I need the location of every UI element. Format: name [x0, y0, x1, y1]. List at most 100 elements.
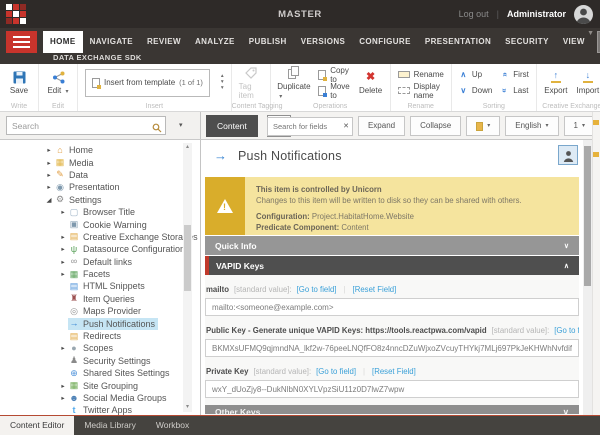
tree-item[interactable]: ▸ ∞ Default links [0, 256, 200, 268]
field-input[interactable] [205, 380, 579, 398]
tree-item[interactable]: ◎ Maps Provider [0, 305, 200, 317]
current-user[interactable]: Administrator [507, 9, 566, 19]
tree-item-label[interactable]: Creative Exchange Storages [80, 231, 200, 243]
tree-item[interactable]: ⊕ Shared Sites Settings [0, 367, 200, 379]
tree-item-label[interactable]: Datasource Configurations [80, 243, 193, 255]
tree-item[interactable]: ▸ ☻ Social Media Groups [0, 392, 200, 404]
tree-item-label[interactable]: Push Notifications [80, 318, 158, 330]
tree-item[interactable]: ▸ ◉ Presentation [0, 181, 200, 193]
tree-item[interactable]: ▸ ψ Datasource Configurations [0, 243, 200, 255]
tree-item[interactable]: ▸ ▢ Browser Title [0, 206, 200, 218]
tree-item[interactable]: ▸ ● Scopes [0, 342, 200, 354]
sort-down-button[interactable]: ∨ Down [459, 85, 492, 97]
tree-item[interactable]: ◢ ⚙ Settings [0, 194, 200, 206]
tree-item[interactable]: ▤ HTML Snippets [0, 280, 200, 292]
ribbon-contextual-tab[interactable]: DATA EXCHANGE SDK [53, 53, 142, 62]
tree-item[interactable]: ♟ Security Settings [0, 355, 200, 367]
sort-up-button[interactable]: ∧ Up [459, 69, 492, 81]
sort-first-button[interactable]: » First [500, 69, 529, 81]
profile-dropdown[interactable]: ▾ [466, 116, 501, 136]
tree-item-label[interactable]: Site Grouping [80, 380, 141, 392]
go-to-field-link[interactable]: [Go to field] [297, 285, 337, 294]
tree-item-label[interactable]: Social Media Groups [80, 392, 170, 404]
field-input[interactable] [205, 339, 579, 357]
tree-expand-icon[interactable]: ▸ [58, 208, 68, 216]
search-marker[interactable] [593, 120, 599, 125]
section-vapid-keys[interactable]: VAPID Keys ∧ [205, 256, 579, 275]
app-tab[interactable]: Content Editor [0, 416, 75, 435]
tree-item-label[interactable]: Shared Sites Settings [80, 367, 173, 379]
ribbon-tab[interactable]: PUBLISH [242, 31, 294, 53]
ribbon-tab[interactable]: CONFIGURE [352, 31, 418, 53]
scrollbar-thumb[interactable] [184, 225, 191, 291]
export-button[interactable]: ↑ Export [544, 70, 568, 96]
ribbon-tab[interactable]: PRESENTATION [418, 31, 498, 53]
ribbon-tab[interactable]: SECURITY [498, 31, 556, 53]
tree-item[interactable]: ▸ ✎ Data [0, 169, 200, 181]
rename-button[interactable]: Rename [397, 69, 444, 81]
tree-item-label[interactable]: Home [66, 144, 96, 156]
tree-item-label[interactable]: Maps Provider [80, 305, 144, 317]
search-for-fields-input[interactable] [267, 121, 352, 131]
tree-item-label[interactable]: Scopes [80, 342, 116, 354]
import-button[interactable]: ↓ Import [576, 70, 600, 96]
tree-item-label[interactable]: Media [66, 157, 97, 169]
insert-spinner[interactable]: ▴ ▾ ▾ [221, 73, 224, 91]
search-options-caret[interactable]: ▾ [179, 121, 183, 129]
tree-scrollbar[interactable]: ▴ ▾ [183, 143, 192, 412]
search-input[interactable] [6, 116, 166, 135]
app-tab[interactable]: Workbox [146, 416, 199, 435]
menu-button[interactable] [6, 31, 37, 53]
tree-expand-icon[interactable]: ◢ [44, 196, 54, 204]
delete-button[interactable]: ✖ Delete [359, 70, 383, 95]
tree-item-label[interactable]: HTML Snippets [80, 280, 148, 292]
go-to-field-link[interactable]: [Go to field] [316, 367, 356, 376]
tree-item[interactable]: → Push Notifications [0, 317, 200, 330]
section-other-keys[interactable]: Other Keys ∨ [205, 405, 579, 414]
tree-item-label[interactable]: Settings [66, 194, 105, 206]
tree-item-label[interactable]: Browser Title [80, 206, 138, 218]
tree-expand-icon[interactable]: ▸ [58, 258, 68, 266]
tree-item-label[interactable]: Facets [80, 268, 113, 280]
insert-from-template-button[interactable]: Insert from template (1 of 1) [85, 68, 210, 97]
tree-item-label[interactable]: Item Queries [80, 293, 138, 305]
copy-to-button[interactable]: Copy to [318, 66, 350, 84]
tree-item[interactable]: ♜ Item Queries [0, 293, 200, 305]
tree-expand-icon[interactable]: ▸ [58, 382, 68, 390]
tree-item[interactable]: ▸ ▦ Media [0, 156, 200, 168]
tree-item[interactable]: t Twitter Apps [0, 404, 200, 415]
tree-expand-icon[interactable]: ▸ [58, 394, 68, 402]
tree-item[interactable]: ▣ Cookie Warning [0, 218, 200, 230]
ribbon-tab[interactable]: NAVIGATE [83, 31, 140, 53]
reset-field-link[interactable]: [Reset Field] [353, 285, 397, 294]
tree-item-label[interactable]: Twitter Apps [80, 404, 135, 415]
tree-expand-icon[interactable]: ▸ [58, 344, 68, 352]
display-name-button[interactable]: Display name [397, 82, 444, 100]
tag-item-button[interactable]: Tag item [239, 66, 263, 100]
tree-item[interactable]: ▤ Redirects [0, 330, 200, 342]
tree-item-label[interactable]: Data [66, 169, 91, 181]
language-dropdown[interactable]: English ▾ [505, 116, 559, 136]
collapse-button[interactable]: Collapse [410, 116, 462, 136]
version-dropdown[interactable]: 1 ▾ [563, 116, 595, 136]
section-quick-info[interactable]: Quick Info ∨ [205, 236, 579, 255]
tree-item[interactable]: ▸ ⌂ Home [0, 144, 200, 156]
field-input[interactable] [205, 298, 579, 316]
tree-item[interactable]: ▸ ▦ Facets [0, 268, 200, 280]
edit-button[interactable]: Edit ▾ [46, 70, 70, 95]
sort-last-button[interactable]: » Last [500, 85, 529, 97]
duplicate-button[interactable]: Duplicate ▾ [277, 66, 311, 100]
scroll-up-icon[interactable]: ▴ [183, 143, 192, 152]
owner-button[interactable] [558, 145, 578, 165]
tree-item[interactable]: ▸ ▦ Site Grouping [0, 379, 200, 391]
expand-button[interactable]: Expand [357, 116, 406, 136]
tree-expand-icon[interactable]: ▸ [58, 245, 68, 253]
tree-item[interactable]: ▸ ▤ Creative Exchange Storages [0, 231, 200, 243]
tree-expand-icon[interactable]: ▸ [58, 270, 68, 278]
clear-search-icon[interactable]: ✕ [343, 122, 349, 130]
editor-scrollbar[interactable] [583, 140, 592, 415]
tree-item-label[interactable]: Cookie Warning [80, 219, 150, 231]
tree-expand-icon[interactable]: ▸ [44, 146, 54, 154]
ribbon-tab[interactable]: VERSIONS [294, 31, 353, 53]
ribbon-tab[interactable]: REVIEW [140, 31, 188, 53]
